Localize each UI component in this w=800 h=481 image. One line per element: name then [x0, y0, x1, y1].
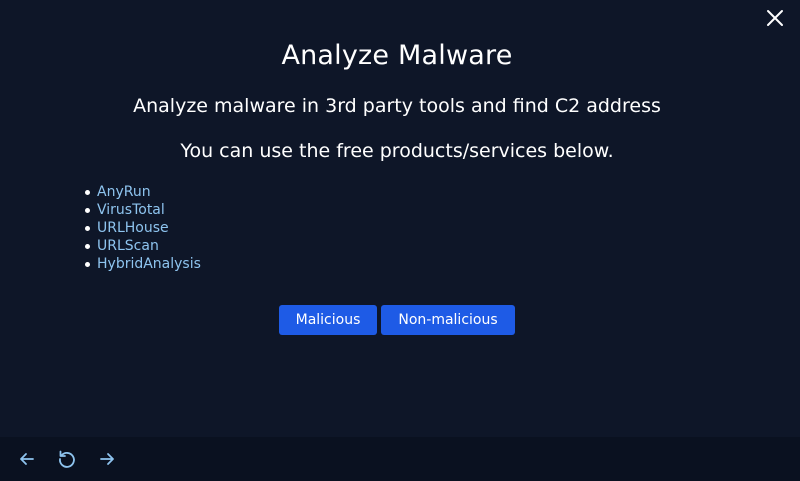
- list-item: HybridAnalysis: [85, 255, 201, 273]
- malicious-button[interactable]: Malicious: [279, 305, 377, 335]
- modal-hint: You can use the free products/services b…: [180, 140, 614, 162]
- list-item: AnyRun: [85, 183, 201, 201]
- list-item: URLScan: [85, 237, 201, 255]
- verdict-buttons: Malicious Non-malicious: [279, 305, 515, 335]
- modal-description: Analyze malware in 3rd party tools and f…: [133, 95, 661, 117]
- tool-link-anyrun[interactable]: AnyRun: [97, 184, 151, 200]
- tool-link-virustotal[interactable]: VirusTotal: [97, 202, 165, 218]
- tool-list: AnyRun VirusTotal URLHouse URLScan Hybri…: [85, 183, 201, 273]
- list-item: URLHouse: [85, 219, 201, 237]
- footer-nav: [0, 437, 800, 481]
- tool-link-hybridanalysis[interactable]: HybridAnalysis: [97, 256, 201, 272]
- list-item: VirusTotal: [85, 201, 201, 219]
- close-icon[interactable]: [766, 9, 784, 27]
- analyze-malware-modal: Analyze Malware Analyze malware in 3rd p…: [0, 0, 800, 437]
- tool-link-urlscan[interactable]: URLScan: [97, 238, 159, 254]
- modal-title: Analyze Malware: [281, 40, 513, 71]
- tool-link-urlhouse[interactable]: URLHouse: [97, 220, 169, 236]
- arrow-right-icon[interactable]: [97, 449, 117, 469]
- arrow-left-icon[interactable]: [17, 449, 37, 469]
- non-malicious-button[interactable]: Non-malicious: [381, 305, 515, 335]
- reload-icon[interactable]: [57, 449, 77, 469]
- close-button[interactable]: [766, 9, 784, 27]
